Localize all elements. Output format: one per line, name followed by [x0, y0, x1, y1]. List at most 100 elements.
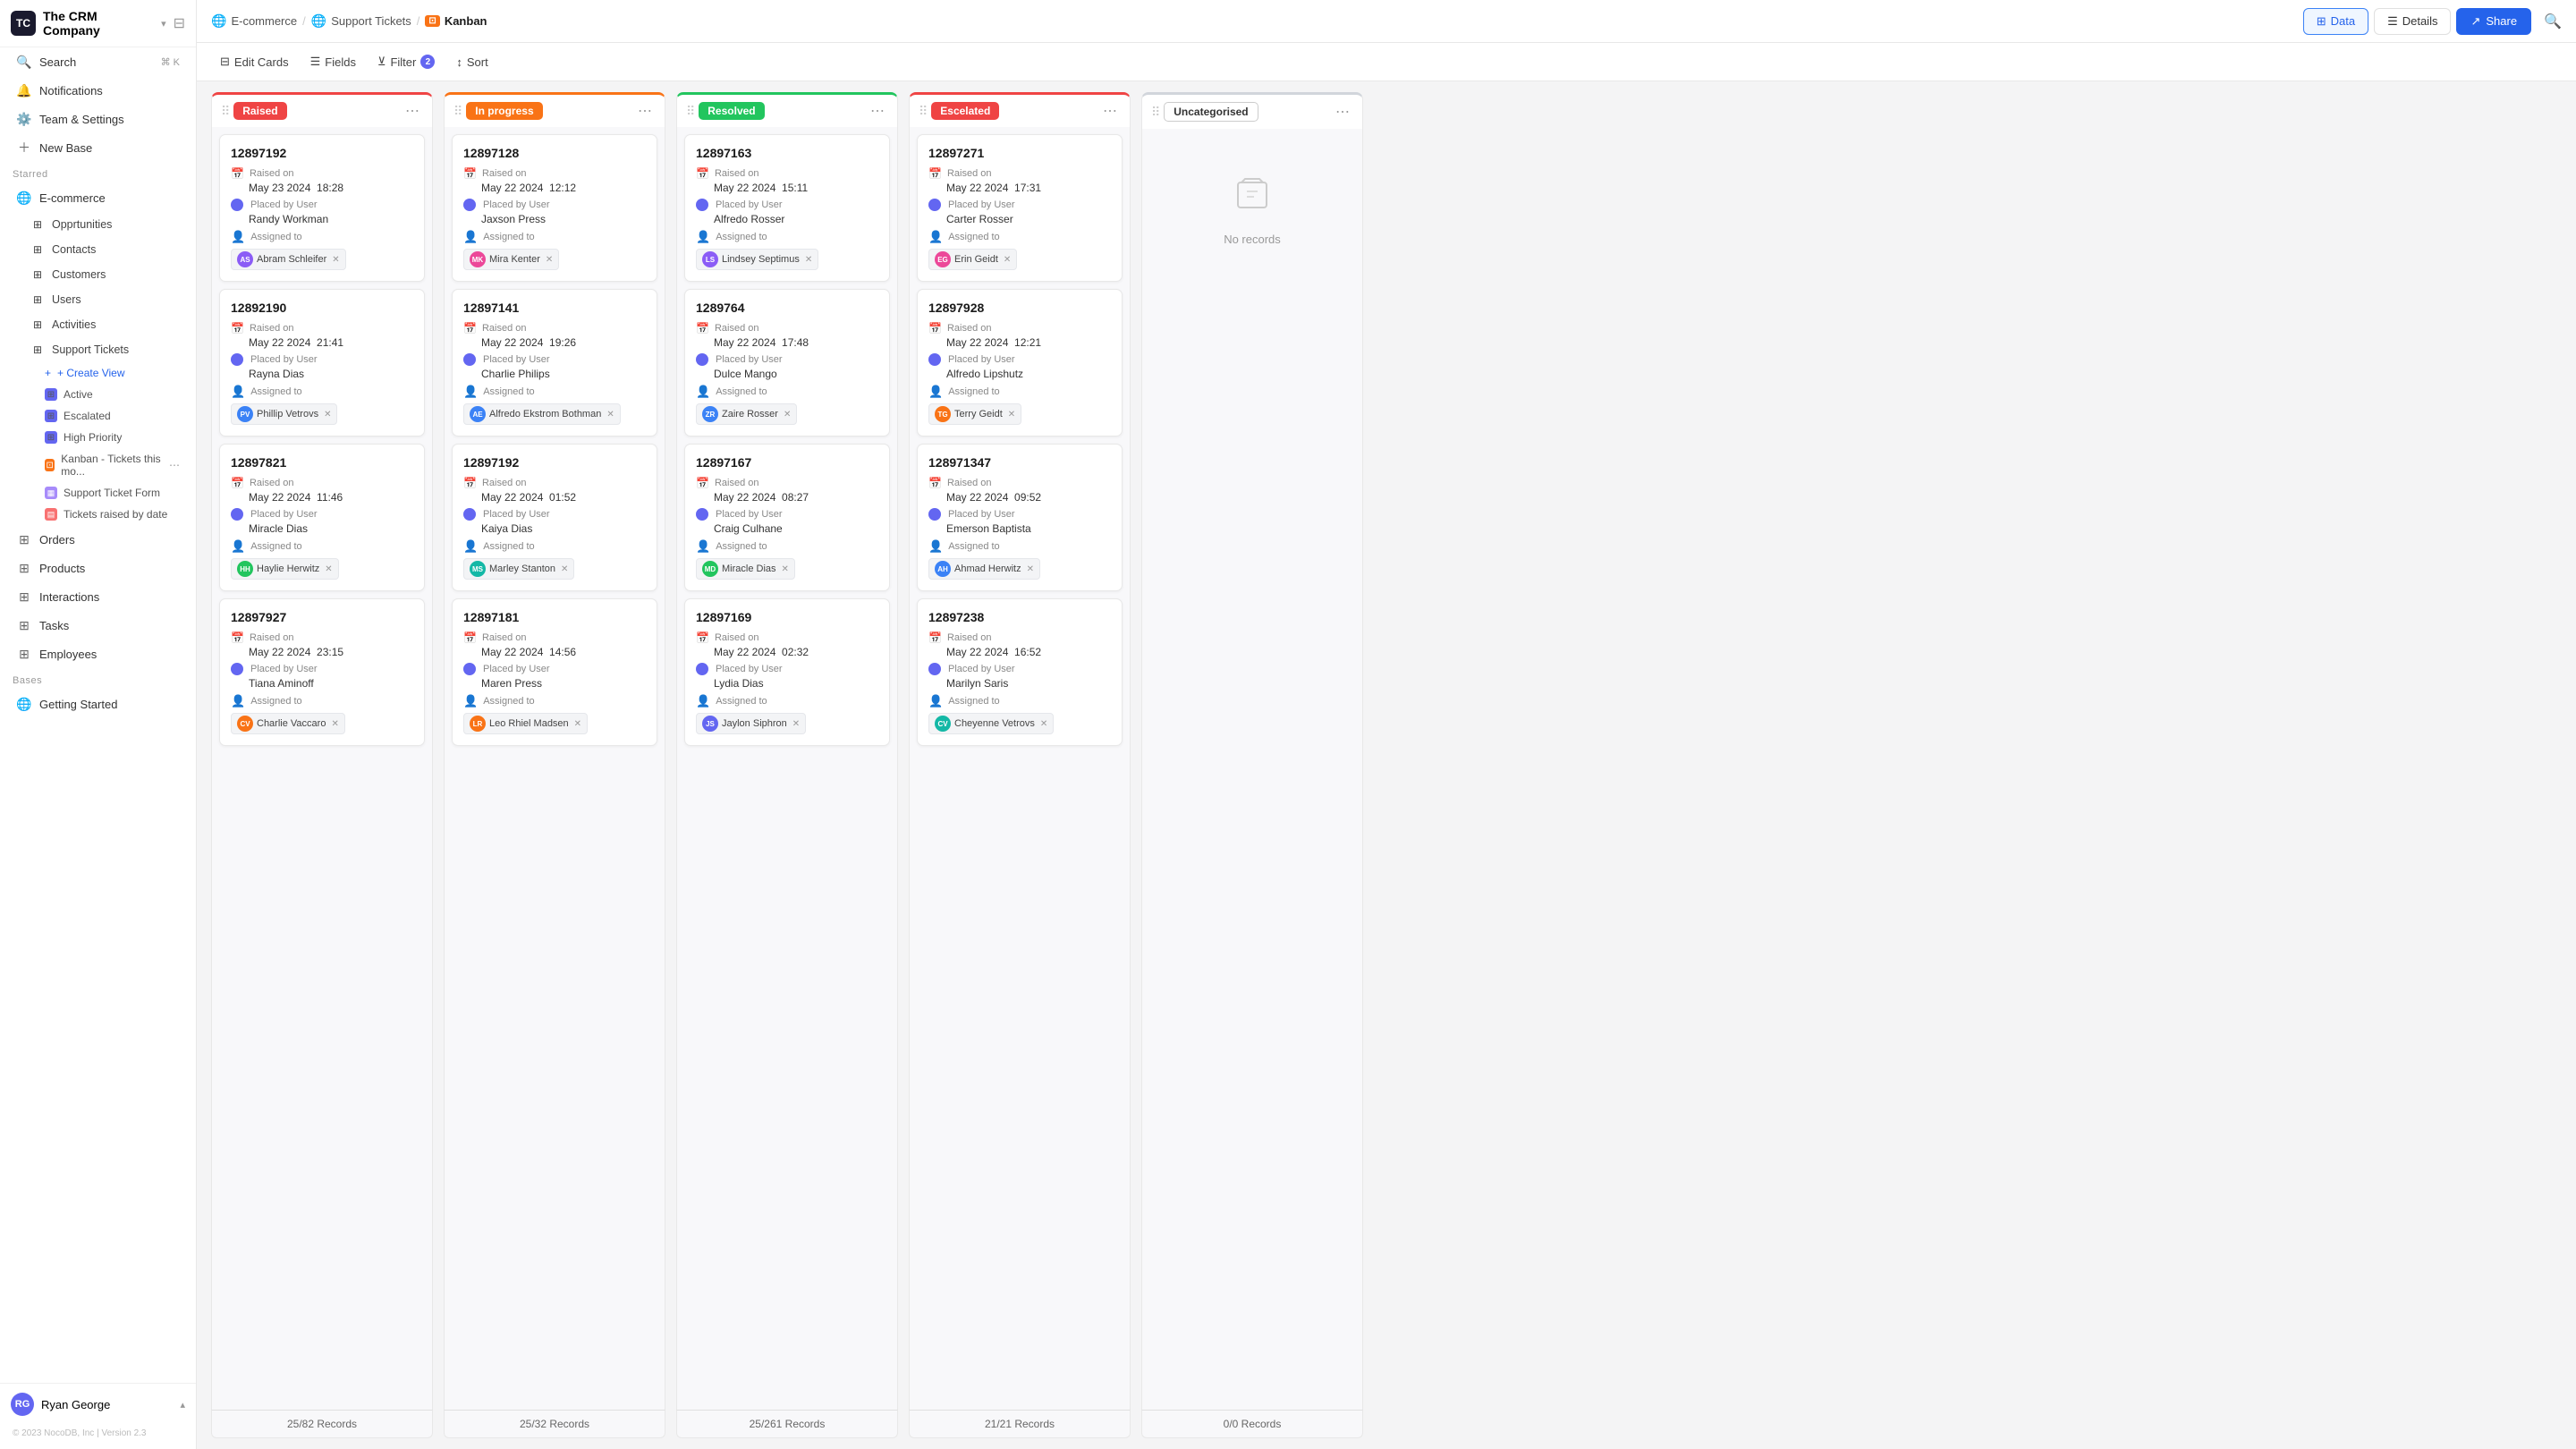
- card-date-value: May 22 2024 23:15: [249, 646, 413, 658]
- calendar-icon: 📅: [696, 477, 709, 489]
- column-more-icon[interactable]: ⋯: [1099, 102, 1121, 120]
- kanban-card[interactable]: 12897192 📅 Raised on May 22 2024 01:52 P…: [452, 444, 657, 591]
- card-raised-row: 📅 Raised on: [463, 167, 646, 180]
- share-button[interactable]: ↗ Share: [2456, 8, 2531, 35]
- remove-user-icon[interactable]: ✕: [324, 410, 331, 419]
- details-button[interactable]: ☰ Details: [2374, 8, 2451, 35]
- column-more-icon[interactable]: ⋯: [634, 102, 656, 120]
- kanban-card[interactable]: 12897167 📅 Raised on May 22 2024 08:27 P…: [684, 444, 890, 591]
- breadcrumb-supporttickets[interactable]: 🌐 Support Tickets: [311, 13, 411, 29]
- column-footer-resolved: 25/261 Records: [676, 1410, 898, 1438]
- sidebar-view-highpriority[interactable]: ⊞ High Priority: [5, 428, 191, 447]
- kanban-card[interactable]: 12897192 📅 Raised on May 23 2024 18:28 P…: [219, 134, 425, 282]
- remove-user-icon[interactable]: ✕: [1040, 719, 1047, 729]
- remove-user-icon[interactable]: ✕: [546, 255, 553, 265]
- sidebar-view-kanban[interactable]: ⊡ Kanban - Tickets this mo... ⋯: [5, 449, 191, 481]
- kanban-column-inprogress: ⠿ In progress ⋯ 12897128 📅 Raised on May…: [444, 92, 665, 1438]
- sort-button[interactable]: ↕ Sort: [447, 51, 496, 73]
- user-avatar: MK: [470, 251, 486, 267]
- user-chevron-icon[interactable]: ▴: [180, 1399, 185, 1411]
- filter-button[interactable]: ⊻ Filter 2: [369, 50, 444, 73]
- drag-handle-icon[interactable]: ⠿: [919, 104, 928, 119]
- sidebar-view-raised[interactable]: ▤ Tickets raised by date: [5, 504, 191, 524]
- remove-user-icon[interactable]: ✕: [1004, 255, 1011, 265]
- remove-user-icon[interactable]: ✕: [784, 410, 791, 419]
- card-raised-row: 📅 Raised on: [231, 167, 413, 180]
- remove-user-icon[interactable]: ✕: [574, 719, 581, 729]
- remove-user-icon[interactable]: ✕: [1027, 564, 1034, 574]
- kanban-card[interactable]: 12897927 📅 Raised on May 22 2024 23:15 P…: [219, 598, 425, 746]
- sidebar-item-gettingstarted[interactable]: 🌐 Getting Started: [5, 691, 191, 717]
- sidebar-item-search[interactable]: 🔍 Search ⌘ K: [5, 48, 191, 75]
- sidebar-item-users[interactable]: ⊞ Users: [5, 288, 191, 311]
- sidebar-item-newbase[interactable]: ＋ New Base: [5, 134, 191, 161]
- remove-user-icon[interactable]: ✕: [561, 564, 568, 574]
- sidebar-view-form[interactable]: ▦ Support Ticket Form: [5, 483, 191, 503]
- card-assigned-row: 👤 Assigned to: [463, 230, 646, 244]
- kanban-card[interactable]: 128971347 📅 Raised on May 22 2024 09:52 …: [917, 444, 1123, 591]
- kanban-card[interactable]: 12897181 📅 Raised on May 22 2024 14:56 P…: [452, 598, 657, 746]
- kanban-card[interactable]: 12897128 📅 Raised on May 22 2024 12:12 P…: [452, 134, 657, 282]
- sidebar-item-supporttickets[interactable]: ⊞ Support Tickets: [5, 338, 191, 361]
- sidebar-item-orders[interactable]: ⊞ Orders: [5, 526, 191, 553]
- kanban-card[interactable]: 12892190 📅 Raised on May 22 2024 21:41 P…: [219, 289, 425, 436]
- remove-user-icon[interactable]: ✕: [331, 719, 338, 729]
- raised-on-label: Raised on: [947, 632, 992, 643]
- column-more-icon[interactable]: ⋯: [402, 102, 423, 120]
- kanban-card[interactable]: 12897238 📅 Raised on May 22 2024 16:52 P…: [917, 598, 1123, 746]
- sidebar-view-create[interactable]: + + Create View: [5, 363, 191, 383]
- sidebar-item-interactions[interactable]: ⊞ Interactions: [5, 583, 191, 610]
- search-icon: 🔍: [16, 54, 32, 70]
- sidebar-view-active[interactable]: ⊞ Active: [5, 385, 191, 404]
- panel-toggle-icon[interactable]: ⊟: [174, 14, 185, 32]
- kanban-card[interactable]: 12897821 📅 Raised on May 22 2024 11:46 P…: [219, 444, 425, 591]
- raised-on-label: Raised on: [250, 632, 294, 643]
- column-title: In progress: [466, 102, 634, 120]
- person-icon: 👤: [696, 385, 710, 399]
- remove-user-icon[interactable]: ✕: [782, 564, 789, 574]
- kanban-card[interactable]: 12897169 📅 Raised on May 22 2024 02:32 P…: [684, 598, 890, 746]
- sidebar-item-notifications[interactable]: 🔔 Notifications: [5, 77, 191, 104]
- placed-icon: [928, 199, 941, 211]
- sidebar-item-products[interactable]: ⊞ Products: [5, 555, 191, 581]
- sidebar-view-escalated[interactable]: ⊞ Escalated: [5, 406, 191, 426]
- drag-handle-icon[interactable]: ⠿: [686, 104, 695, 119]
- search-icon[interactable]: 🔍: [2544, 13, 2562, 30]
- remove-user-icon[interactable]: ✕: [332, 255, 339, 265]
- sidebar-item-ecommerce[interactable]: 🌐 E-commerce: [5, 184, 191, 211]
- sidebar-item-customers[interactable]: ⊞ Customers: [5, 263, 191, 286]
- column-more-icon[interactable]: ⋯: [867, 102, 888, 120]
- fields-button[interactable]: ☰ Fields: [301, 50, 365, 73]
- sidebar-item-employees[interactable]: ⊞ Employees: [5, 640, 191, 667]
- kanban-card[interactable]: 12897141 📅 Raised on May 22 2024 19:26 P…: [452, 289, 657, 436]
- drag-handle-icon[interactable]: ⠿: [1151, 105, 1160, 120]
- remove-user-icon[interactable]: ✕: [1008, 410, 1015, 419]
- drag-handle-icon[interactable]: ⠿: [221, 104, 230, 119]
- kanban-card[interactable]: 1289764 📅 Raised on May 22 2024 17:48 Pl…: [684, 289, 890, 436]
- kanban-card[interactable]: 12897271 📅 Raised on May 22 2024 17:31 P…: [917, 134, 1123, 282]
- card-placed-row: Placed by User: [231, 353, 413, 366]
- kanban-card[interactable]: 12897163 📅 Raised on May 22 2024 15:11 P…: [684, 134, 890, 282]
- remove-user-icon[interactable]: ✕: [606, 410, 614, 419]
- kanban-more-icon[interactable]: ⋯: [169, 459, 180, 471]
- column-more-icon[interactable]: ⋯: [1332, 103, 1353, 121]
- sidebar-item-team[interactable]: ⚙️ Team & Settings: [5, 106, 191, 132]
- card-user-tags: CV Cheyenne Vetrovs ✕: [928, 713, 1111, 734]
- remove-user-icon[interactable]: ✕: [805, 255, 812, 265]
- sidebar-item-contacts[interactable]: ⊞ Contacts: [5, 238, 191, 261]
- remove-user-icon[interactable]: ✕: [792, 719, 800, 729]
- breadcrumb-ecommerce[interactable]: 🌐 E-commerce: [211, 13, 297, 29]
- sidebar-item-opportunities[interactable]: ⊞ Opprtunities: [5, 213, 191, 236]
- drag-handle-icon[interactable]: ⠿: [453, 104, 462, 119]
- data-button[interactable]: ⊞ Data: [2303, 8, 2368, 35]
- share-label: Share: [2486, 14, 2517, 28]
- sidebar-item-label: Products: [39, 562, 85, 575]
- edit-cards-button[interactable]: ⊟ Edit Cards: [211, 50, 298, 73]
- sidebar-item-tasks[interactable]: ⊞ Tasks: [5, 612, 191, 639]
- company-chevron-icon[interactable]: ▾: [161, 18, 166, 30]
- no-records-text: No records: [1224, 233, 1281, 246]
- sidebar-item-activities[interactable]: ⊞ Activities: [5, 313, 191, 336]
- remove-user-icon[interactable]: ✕: [325, 564, 332, 574]
- column-title: Raised: [233, 102, 402, 120]
- kanban-card[interactable]: 12897928 📅 Raised on May 22 2024 12:21 P…: [917, 289, 1123, 436]
